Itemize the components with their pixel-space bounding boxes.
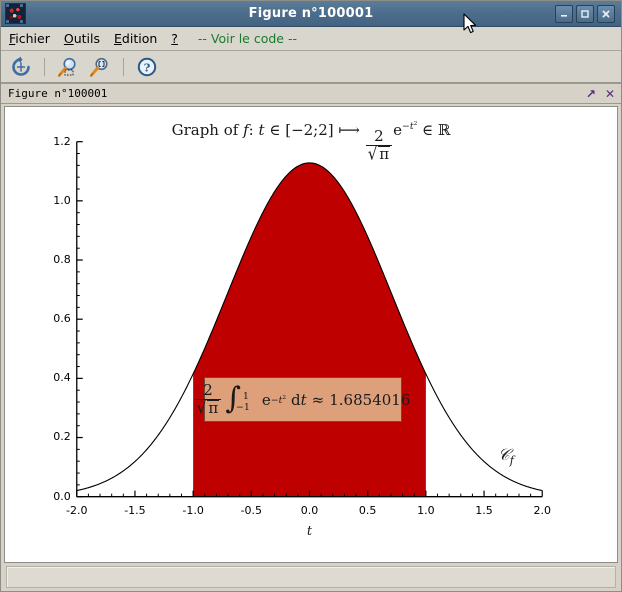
- menu-edition[interactable]: Edition: [114, 31, 157, 46]
- x-axis-label: t: [306, 524, 313, 540]
- menu-fichier[interactable]: Fichier: [9, 31, 50, 46]
- x-tick-label: 0.5: [358, 503, 377, 517]
- annot-dt-d: d: [291, 390, 301, 409]
- scilab-icon: [5, 3, 26, 24]
- figure-tab-strip: Figure n°100001 ↗ ✕: [1, 84, 621, 104]
- menu-outils-mnemonic: O: [63, 31, 74, 46]
- menu-help[interactable]: ?: [171, 31, 178, 46]
- plot-svg: [76, 141, 543, 498]
- figure-tab-actions: ↗ ✕: [586, 88, 615, 100]
- annot-e: e: [261, 390, 271, 409]
- figure-window: Figure n°100001 Fichier Outils Edition ?…: [0, 0, 622, 592]
- window-title: Figure n°100001: [248, 6, 374, 21]
- x-tick-label: 0.0: [300, 503, 319, 517]
- menu-edition-rest: dition: [121, 31, 158, 46]
- minimize-button[interactable]: [555, 4, 573, 23]
- window-controls: [555, 4, 618, 23]
- curve-label: 𝒞f: [498, 444, 514, 468]
- x-tick-label: -1.0: [182, 503, 204, 517]
- annot-frac-den: √ π: [194, 397, 222, 418]
- x-tick-label: 2.0: [533, 503, 551, 517]
- status-bar: [6, 566, 616, 588]
- toolbar-separator-2: [123, 57, 124, 76]
- y-tick-label: 0.4: [53, 371, 71, 385]
- annot-frac-num: 2: [203, 381, 213, 400]
- undock-icon[interactable]: ↗: [586, 88, 596, 100]
- y-tick-label: 0.8: [53, 252, 71, 266]
- title-bar[interactable]: Figure n°100001: [1, 1, 621, 34]
- annot-exp-minus: −: [270, 395, 279, 407]
- help-icon[interactable]: ?: [133, 53, 161, 80]
- svg-text:?: ?: [144, 60, 151, 74]
- integral-lower-limit: −1: [235, 401, 250, 413]
- annot-exp-two: 2: [282, 394, 287, 401]
- annot-exponent: −t2: [271, 394, 287, 405]
- annot-value: 1.6854016: [329, 390, 411, 409]
- integral-fill-region: [193, 162, 426, 497]
- annot-sqrt-icon: √: [196, 397, 207, 418]
- menu-outils-rest: utils: [73, 31, 100, 46]
- annot-fraction: 2 √ π: [194, 381, 222, 418]
- y-tick-label: 1.0: [53, 193, 71, 207]
- integral-upper-limit: 1: [242, 390, 249, 402]
- tool-bar: ?: [1, 51, 621, 84]
- annot-approx: ≈: [311, 390, 325, 409]
- figure-canvas[interactable]: Graph of f: t ∈ [−2;2] ⟼ 2 √π e−t2 ∈ ℝ: [4, 106, 618, 563]
- y-tick-label: 0.2: [53, 430, 71, 444]
- x-tick-label: -2.0: [66, 503, 88, 517]
- menu-edition-mnemonic: E: [114, 31, 122, 46]
- menu-help-mnemonic: ?: [171, 31, 178, 46]
- x-tick-label: 1.0: [417, 503, 435, 517]
- integral-fill-path: [193, 162, 426, 497]
- canvas-area: Graph of f: t ∈ [−2;2] ⟼ 2 √π e−t2 ∈ ℝ: [1, 104, 621, 591]
- voir-le-code-link[interactable]: -- Voir le code --: [198, 31, 297, 46]
- figure-tab-label[interactable]: Figure n°100001: [8, 87, 107, 100]
- integral-limits: 1 −1: [235, 391, 253, 413]
- x-tick-label: -0.5: [240, 503, 263, 517]
- y-tick-label: 0.6: [53, 312, 71, 326]
- integral-annotation-box: 2 √ π ∫ 1 −1 e −t2 d t ≈1.6854016: [194, 376, 410, 423]
- annot-dt-t: t: [300, 390, 307, 409]
- close-button[interactable]: [597, 4, 615, 23]
- reload-icon[interactable]: [7, 53, 35, 80]
- x-tick-label: -1.5: [124, 503, 146, 517]
- tab-close-icon[interactable]: ✕: [605, 88, 615, 100]
- menu-fichier-rest: ichier: [15, 31, 50, 46]
- y-tick-label: 0.0: [53, 489, 71, 503]
- menu-bar: Fichier Outils Edition ? -- Voir le code…: [1, 27, 621, 51]
- maximize-button[interactable]: [576, 4, 594, 23]
- y-tick-label: 1.2: [53, 134, 71, 148]
- zoom-box-icon[interactable]: [54, 53, 82, 80]
- annot-pi: π: [207, 398, 220, 417]
- zoom-reset-icon[interactable]: [86, 53, 114, 80]
- menu-outils[interactable]: Outils: [64, 31, 100, 46]
- toolbar-separator: [44, 57, 45, 76]
- x-tick-label: 1.5: [475, 503, 493, 517]
